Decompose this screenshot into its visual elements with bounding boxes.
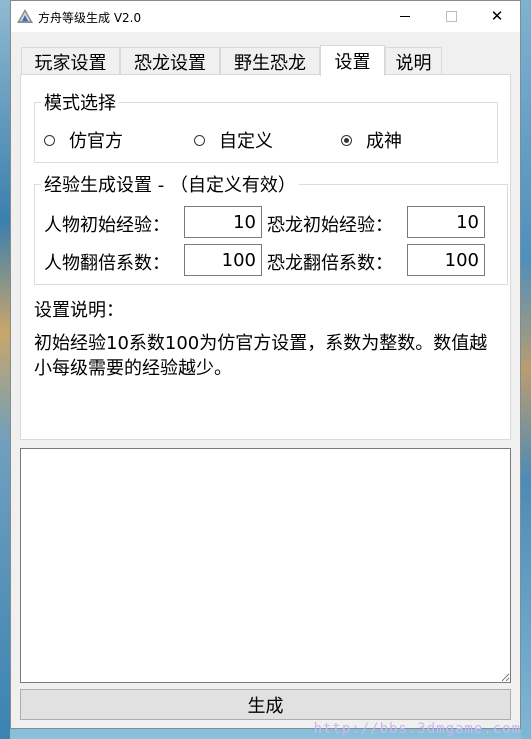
settings-tab-panel: 模式选择 仿官方 自定义 成神 经验生成设置 - （自定义有效） 人物初始经验：… xyxy=(20,74,511,440)
radio-circle xyxy=(44,134,55,146)
radio-label: 成神 xyxy=(366,131,402,152)
mode-select-legend: 模式选择 xyxy=(44,93,116,114)
radio-custom[interactable]: 自定义 xyxy=(194,127,273,153)
tab-settings[interactable]: 设置 xyxy=(320,45,385,76)
player-init-exp-input[interactable] xyxy=(184,206,262,238)
maximize-icon xyxy=(445,11,457,22)
tab-dino-settings[interactable]: 恐龙设置 xyxy=(120,47,220,75)
close-button[interactable]: ✕ xyxy=(474,1,520,32)
radio-circle xyxy=(194,134,205,146)
tab-label: 恐龙设置 xyxy=(134,52,206,74)
radio-label: 仿官方 xyxy=(69,131,123,152)
player-multiplier-input[interactable] xyxy=(184,244,262,276)
title-bar[interactable]: 方舟等级生成 V2.0 ✕ xyxy=(11,1,520,32)
dino-multiplier-label: 恐龙翻倍系数： xyxy=(267,253,393,274)
dino-multiplier-input[interactable] xyxy=(407,244,485,276)
window-title: 方舟等级生成 V2.0 xyxy=(38,11,142,25)
radio-god-mode[interactable]: 成神 xyxy=(341,127,402,153)
tab-label: 野生恐龙 xyxy=(234,52,306,74)
output-textarea[interactable] xyxy=(20,448,511,683)
app-logo-icon xyxy=(17,9,33,23)
tab-label: 玩家设置 xyxy=(34,52,107,74)
desktop-background-right xyxy=(521,0,531,739)
minimize-button[interactable] xyxy=(382,1,428,32)
tab-wild-dinos[interactable]: 野生恐龙 xyxy=(220,47,320,75)
player-multiplier-label: 人物翻倍系数： xyxy=(44,253,170,274)
radio-circle-checked xyxy=(341,134,352,146)
generate-button[interactable]: 生成 xyxy=(20,689,511,720)
settings-description-title: 设置说明： xyxy=(34,300,124,321)
watermark-text: http://bbs.3dmgame.com xyxy=(313,721,521,737)
tab-player-settings[interactable]: 玩家设置 xyxy=(21,47,120,75)
maximize-button[interactable] xyxy=(428,1,474,32)
app-window: 方舟等级生成 V2.0 ✕ 玩家设置 恐龙设置 野生恐龙 设置 说明 模式选择 xyxy=(10,0,521,729)
tab-label: 说明 xyxy=(395,52,432,74)
desktop-background-left xyxy=(0,0,10,739)
minimize-icon xyxy=(400,16,410,17)
player-init-exp-label: 人物初始经验： xyxy=(44,215,170,236)
radio-label: 自定义 xyxy=(219,131,273,152)
tab-label: 设置 xyxy=(334,52,371,73)
dino-init-exp-label: 恐龙初始经验： xyxy=(267,215,393,236)
close-icon: ✕ xyxy=(490,7,504,25)
radio-official[interactable]: 仿官方 xyxy=(44,127,123,153)
exp-settings-legend: 经验生成设置 - （自定义有效） xyxy=(44,175,296,196)
settings-description-text: 初始经验10系数100为仿官方设置，系数为整数。数值越小每级需要的经验越少。 xyxy=(34,333,488,379)
dino-init-exp-input[interactable] xyxy=(407,206,485,238)
tab-instructions[interactable]: 说明 xyxy=(385,47,442,75)
